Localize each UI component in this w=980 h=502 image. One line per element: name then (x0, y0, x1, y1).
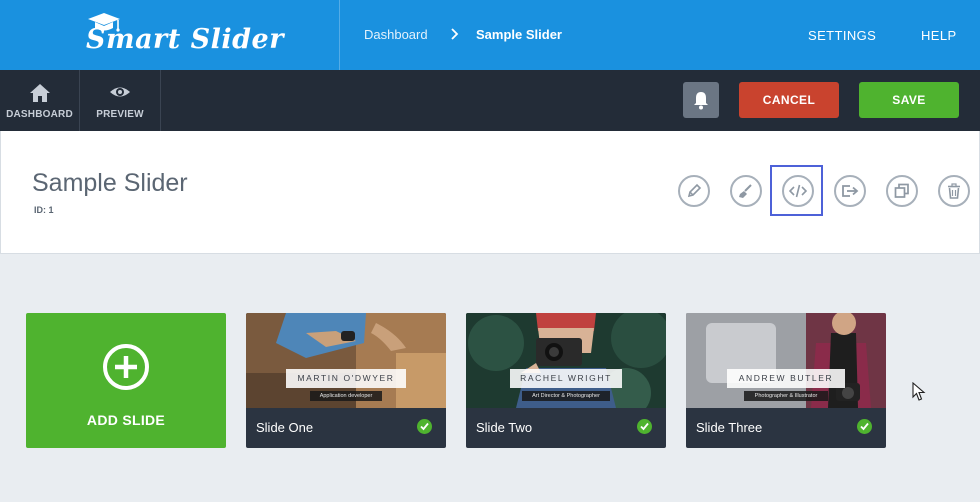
eye-icon (110, 87, 130, 97)
slide-card[interactable]: ANDREW BUTLER Photographer & Illustrator… (686, 313, 886, 448)
help-link[interactable]: HELP (921, 28, 957, 43)
slide-card[interactable]: MARTIN O'DWYER Application developer Sli… (246, 313, 446, 448)
dashboard-button[interactable]: DASHBOARD (0, 70, 80, 131)
published-check-icon (637, 419, 652, 434)
slide-role: Photographer & Illustrator (744, 391, 828, 401)
preview-button[interactable]: PREVIEW (80, 70, 161, 131)
add-slide-label: ADD SLIDE (86, 412, 166, 428)
slide-role: Application developer (310, 391, 382, 401)
pencil-icon (687, 183, 702, 198)
slide-nameplate: ANDREW BUTLER (727, 369, 845, 388)
add-slide-button[interactable]: ADD SLIDE (26, 313, 226, 448)
slider-title: Sample Slider (32, 169, 188, 197)
preview-label: PREVIEW (96, 109, 144, 120)
slide-title: Slide Two (476, 420, 533, 435)
breadcrumb-current: Sample Slider (476, 27, 562, 42)
duplicate-icon (894, 183, 909, 198)
brush-icon (739, 184, 752, 198)
duplicate-button[interactable] (886, 175, 918, 207)
breadcrumb-dashboard[interactable]: Dashboard (364, 27, 428, 42)
embed-code-highlight (770, 165, 823, 216)
slide-card[interactable]: RACHEL WRIGHT Art Director & Photographe… (466, 313, 666, 448)
slide-title: Slide Three (696, 420, 763, 435)
slide-nameplate: MARTIN O'DWYER (286, 369, 406, 388)
trash-icon (948, 183, 960, 199)
slider-header-panel: Sample Slider ID: 1 (0, 131, 980, 254)
bell-icon (694, 92, 708, 110)
settings-link[interactable]: SETTINGS (808, 28, 876, 43)
edit-button[interactable] (678, 175, 710, 207)
smart-slider-logo[interactable]: Smart Slider (84, 10, 283, 60)
export-icon (842, 185, 859, 197)
topbar-divider (339, 0, 340, 70)
delete-button[interactable] (938, 175, 970, 207)
plus-circle-icon (103, 344, 149, 390)
chevron-right-icon (451, 28, 459, 40)
slider-id: ID: 1 (34, 205, 54, 215)
notifications-button[interactable] (683, 82, 719, 118)
cancel-button[interactable]: CANCEL (739, 82, 839, 118)
dashboard-label: DASHBOARD (6, 109, 73, 120)
home-icon (29, 84, 50, 102)
published-check-icon (417, 419, 432, 434)
export-button[interactable] (834, 175, 866, 207)
style-button[interactable] (730, 175, 762, 207)
slide-role: Art Director & Photographer (522, 391, 610, 401)
logo-text: Smart Slider (86, 24, 284, 55)
save-button[interactable]: SAVE (859, 82, 959, 118)
toolbar: DASHBOARD PREVIEW CANCEL SAVE (0, 70, 980, 131)
mouse-cursor-icon (912, 382, 926, 401)
slide-title: Slide One (256, 420, 314, 435)
slide-nameplate: RACHEL WRIGHT (510, 369, 622, 388)
top-bar: Smart Slider Dashboard Sample Slider SET… (0, 0, 980, 70)
published-check-icon (857, 419, 872, 434)
